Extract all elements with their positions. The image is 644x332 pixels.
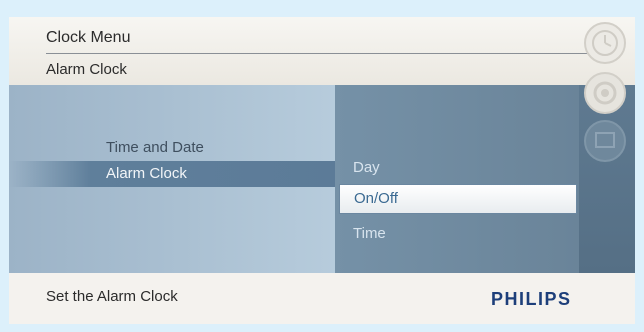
submenu-option-on-off[interactable]: On/Off [339,184,577,214]
submenu-option-on-off-label: On/Off [354,190,398,207]
menu-subtitle: Alarm Clock [46,61,127,78]
menu-item-alarm-clock[interactable]: Alarm Clock [106,161,187,187]
menu-item-time-and-date[interactable]: Time and Date [106,135,204,161]
settings-icon [584,72,626,114]
footer: Set the Alarm Clock PHILIPS [9,273,635,324]
submenu-option-day[interactable]: Day [353,155,380,181]
submenu-panel: Day On/Off Time [335,85,579,273]
header: Clock Menu Alarm Clock [9,17,635,85]
header-divider [46,53,619,54]
menu-panel: Time and Date Alarm Clock Day On/Off Tim… [9,85,635,273]
help-text: Set the Alarm Clock [46,288,178,305]
menu-icons-column [584,22,626,162]
brand-logo: PHILIPS [491,289,572,309]
clock-icon [584,22,626,64]
device-screen: Clock Menu Alarm Clock Time and Date Ala… [9,17,635,324]
submenu-option-time[interactable]: Time [353,221,386,247]
slideshow-icon [584,120,626,162]
menu-title: Clock Menu [46,29,131,46]
